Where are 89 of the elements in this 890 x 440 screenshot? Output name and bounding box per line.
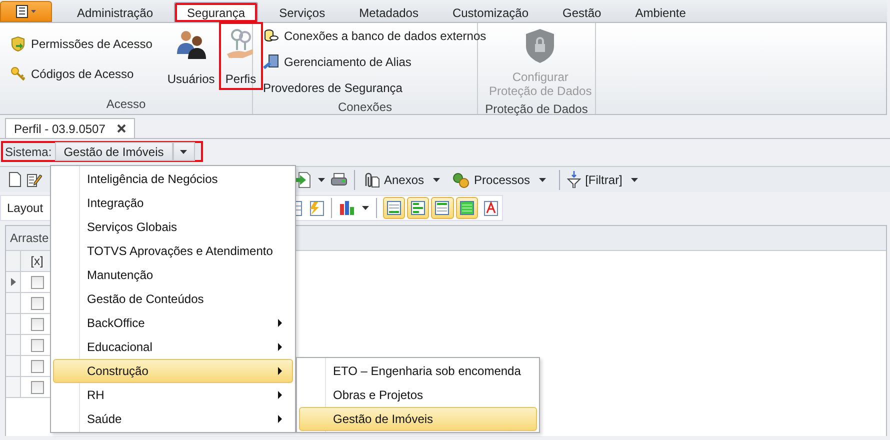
menu-item[interactable]: Obras e Projetos <box>299 383 537 407</box>
font-icon <box>484 200 498 216</box>
layout-button[interactable] <box>456 197 478 219</box>
list-icon <box>16 5 28 18</box>
database-icon <box>263 28 279 44</box>
checkbox[interactable] <box>30 360 44 372</box>
submenu-arrow-icon <box>278 343 282 351</box>
checkbox[interactable] <box>30 338 44 352</box>
menu-item[interactable]: BackOffice <box>53 311 293 335</box>
layout-label[interactable]: Layout <box>1 201 44 215</box>
tab-title: Perfil - 03.9.0507 <box>14 122 106 136</box>
key-icon <box>10 66 26 82</box>
ribbon-tab[interactable]: Segurança <box>174 2 258 22</box>
toolbar-button[interactable]: Anexos <box>359 168 444 190</box>
menu-item[interactable]: RH <box>53 383 293 407</box>
caret-icon <box>318 178 325 182</box>
checkbox[interactable] <box>30 276 44 288</box>
users-icon <box>175 28 208 60</box>
shield-lock-icon <box>524 28 556 64</box>
document-icon <box>9 172 21 187</box>
close-icon <box>117 124 126 133</box>
layout-button[interactable] <box>407 197 430 219</box>
submenu-arrow-icon <box>278 319 282 327</box>
layout-icon <box>411 201 426 215</box>
ribbon-button[interactable]: Usuários <box>162 23 220 89</box>
gears-icon <box>452 172 470 188</box>
ribbon-button[interactable]: Permissões de Acesso <box>6 33 156 55</box>
layout-button[interactable] <box>382 197 406 219</box>
chart-icon <box>338 201 357 215</box>
caret-icon <box>180 150 188 154</box>
ribbon-tab[interactable]: Administração <box>64 2 166 22</box>
system-combo[interactable]: Gestão de Imóveis <box>54 142 173 161</box>
ribbon-button[interactable]: Provedores de Segurança <box>259 77 490 99</box>
menu-item[interactable]: Educacional <box>53 335 293 359</box>
caret-icon <box>31 10 36 13</box>
shield-icon <box>10 36 26 52</box>
row-header-cell[interactable] <box>6 377 21 398</box>
row-header-cell[interactable] <box>6 314 21 335</box>
ribbon-button[interactable]: Perfis <box>220 23 262 89</box>
ribbon-tab[interactable]: Serviços <box>266 2 338 22</box>
submenu-arrow-icon <box>278 391 282 399</box>
menu-item[interactable]: ETO – Engenharia sob encomenda <box>299 359 537 383</box>
row-header-cell[interactable] <box>6 272 21 293</box>
ribbon-tab[interactable]: Gestão <box>550 2 614 22</box>
filter-icon <box>567 171 582 188</box>
menu-item[interactable]: Inteligência de Negócios <box>53 167 293 191</box>
printer-icon <box>331 172 347 186</box>
submenu-arrow-icon <box>278 415 282 423</box>
ribbon-tab[interactable]: Customização <box>439 2 542 22</box>
row-header-cell[interactable] <box>6 335 21 356</box>
dropdown-button[interactable] <box>172 142 195 161</box>
network-icon <box>263 54 279 70</box>
row-header-cell[interactable] <box>6 356 21 377</box>
menu-item[interactable]: Manutenção <box>53 263 293 287</box>
row-header-cell[interactable] <box>6 293 21 314</box>
edit-icon <box>27 172 42 187</box>
layout-icon <box>386 201 401 215</box>
layout-icon <box>435 201 450 215</box>
checkbox[interactable] <box>30 380 44 394</box>
layout-icon <box>460 201 474 215</box>
ribbon-tab[interactable]: Metadados <box>346 2 432 22</box>
ribbon-button[interactable]: Conexões a banco de dados externos <box>259 25 490 47</box>
caret-icon <box>631 178 638 182</box>
header-corner-cell <box>6 251 21 272</box>
system-label: Sistema: <box>4 144 52 158</box>
group-label: Acesso <box>105 96 147 113</box>
caret-icon <box>539 178 546 182</box>
checkbox[interactable] <box>30 318 44 330</box>
lightning-icon <box>308 200 324 216</box>
ribbon-button[interactable]: Códigos de Acesso <box>6 63 156 85</box>
app-menu-button[interactable] <box>0 1 52 22</box>
group-label: Proteção de Dados <box>484 101 589 117</box>
toolbar-button[interactable]: Processos <box>449 168 550 190</box>
menu-item[interactable]: Gestão de Imóveis <box>299 407 537 431</box>
ribbon-button[interactable]: Gerenciamento de Alias <box>259 51 490 73</box>
menu-item[interactable]: Gestão de Conteúdos <box>53 287 293 311</box>
caret-icon <box>433 178 440 182</box>
menu-item[interactable]: Construção <box>53 359 293 383</box>
ribbon-tab[interactable]: Ambiente <box>622 2 699 22</box>
menu-item[interactable]: Integração <box>53 191 293 215</box>
checkbox[interactable] <box>30 296 44 310</box>
menu-item[interactable]: Saúde <box>53 407 293 431</box>
document-tab[interactable]: Perfil - 03.9.0507 <box>5 118 136 138</box>
submenu-arrow-icon <box>278 367 282 375</box>
caret-icon <box>362 206 369 210</box>
toolbar-button[interactable]: [Filtrar] <box>564 168 642 190</box>
group-label: Conexões <box>336 99 394 115</box>
row-indicator-icon <box>10 278 16 286</box>
layout-button[interactable] <box>431 197 454 219</box>
